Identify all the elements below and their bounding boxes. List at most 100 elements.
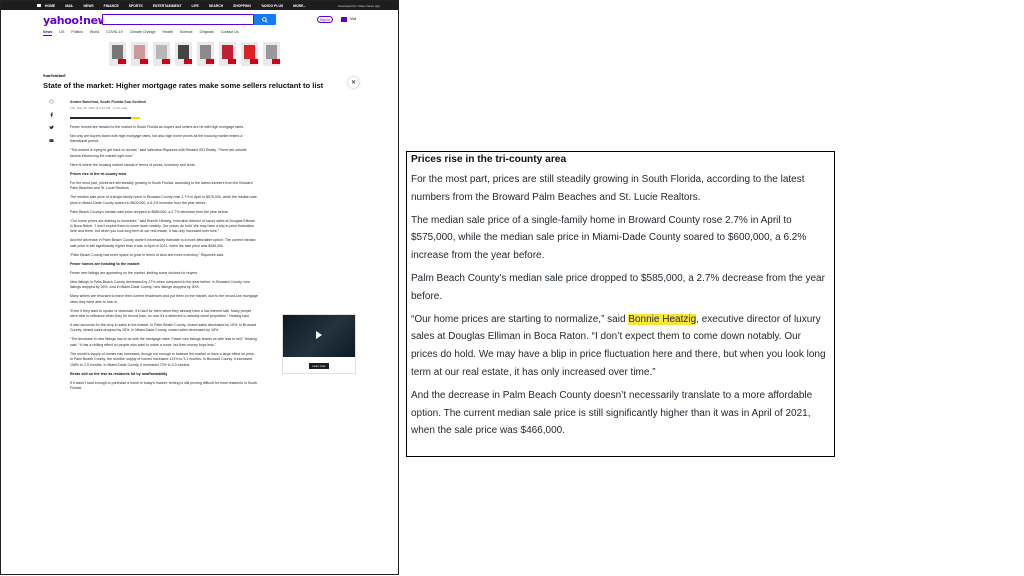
ad-tag xyxy=(140,59,148,64)
top-nav-link[interactable]: MORE... xyxy=(293,4,306,8)
product-ad-strip[interactable] xyxy=(109,40,291,68)
top-nav-link[interactable]: SEARCH xyxy=(209,4,223,8)
home-icon[interactable] xyxy=(37,4,41,7)
zoom-paragraph: “Our home prices are starting to normali… xyxy=(411,311,830,382)
comment-icon[interactable] xyxy=(49,99,54,104)
zoom-subheading: Prices rise in the tri-county area xyxy=(411,154,567,165)
ad-tile[interactable] xyxy=(197,42,214,66)
article-paragraph: And the decrease in Palm Beach County do… xyxy=(70,238,256,248)
section-tab[interactable]: Politics xyxy=(71,30,82,36)
ad-product-image xyxy=(156,45,167,59)
author-byline[interactable]: Amber Bonefont, South Florida Sun-Sentin… xyxy=(70,100,146,104)
top-nav-link[interactable]: MAIL xyxy=(65,4,73,8)
ad-tile[interactable] xyxy=(263,42,280,66)
close-button[interactable]: ✕ xyxy=(348,77,359,88)
article-paragraph: Not only are buyers faced with high mort… xyxy=(70,134,243,144)
ad-tile[interactable] xyxy=(219,42,236,66)
learn-more-button[interactable]: Learn more xyxy=(309,363,329,369)
article-body: Fewer homes are headed to the market in … xyxy=(70,125,258,395)
mail-link[interactable]: Mail xyxy=(350,17,356,21)
article-paragraph: Many sellers are reluctant to leave thei… xyxy=(70,294,258,304)
article-paragraph: Fewer new listings are appearing on the … xyxy=(70,270,199,275)
ad-product-image xyxy=(222,45,233,59)
article-subheading: Prices rise in the tri-county area xyxy=(70,171,127,176)
zoom-paragraph: And the decrease in Palm Beach County do… xyxy=(411,389,813,437)
zoom-text: “Our home prices are starting to normali… xyxy=(411,313,629,325)
video-thumbnail[interactable] xyxy=(283,315,355,357)
section-tab[interactable]: World xyxy=(90,30,99,36)
article-paragraph: “Even if they want to upsize or downsize… xyxy=(70,308,252,319)
section-nav: News US Politics World COVID-19 Climate Chang… xyxy=(43,30,246,36)
article-paragraph: “Our home prices are starting to normali… xyxy=(70,218,256,234)
ad-tag xyxy=(206,59,214,64)
section-tab[interactable]: Health xyxy=(162,30,172,36)
article-paragraph: For the most part, prices are still stea… xyxy=(70,180,253,191)
ad-product-image xyxy=(244,45,255,59)
section-tab[interactable]: US xyxy=(59,30,64,36)
ad-product-image xyxy=(266,45,277,59)
top-nav-link[interactable]: FINANCE xyxy=(104,4,119,8)
ad-tag xyxy=(228,59,236,64)
top-nav-link[interactable]: HOME xyxy=(45,4,55,8)
ad-tag xyxy=(162,59,170,64)
ad-tag xyxy=(118,59,126,64)
top-nav-link[interactable]: LIFE xyxy=(191,4,198,8)
section-tab[interactable]: Climate Change xyxy=(130,30,156,36)
ad-tile[interactable] xyxy=(175,42,192,66)
sign-in-button[interactable]: Sign in xyxy=(317,16,333,23)
ad-product-image xyxy=(178,45,189,59)
zoom-paragraph: The median sale price of a single-family… xyxy=(411,214,807,262)
top-nav-link[interactable]: YAHOO PLUS xyxy=(261,4,283,8)
article-paragraph: New listings in Palm Beach County decrea… xyxy=(70,279,250,290)
ad-product-image xyxy=(112,45,123,59)
top-nav-link[interactable]: SHOPPING xyxy=(233,4,251,8)
section-tab[interactable]: COVID-19 xyxy=(106,30,123,36)
browser-page: HOME MAIL NEWS FINANCE SPORTS ENTERTAINMENT LI… xyxy=(0,0,399,575)
facebook-icon[interactable] xyxy=(49,112,54,117)
article-paragraph: Fewer homes are headed to the market in … xyxy=(70,125,245,129)
zoom-paragraph: Palm Beach County’s median sale price dr… xyxy=(411,272,825,302)
zoom-paragraph: For the most part, prices are still stea… xyxy=(411,174,805,203)
search-icon xyxy=(262,16,268,23)
play-icon[interactable] xyxy=(316,331,322,339)
ad-tile[interactable] xyxy=(241,42,258,66)
ad-tag xyxy=(272,59,280,64)
article-paragraph: “The decrease in new listings has to do … xyxy=(70,337,257,347)
top-nav-link[interactable]: ENTERTAINMENT xyxy=(153,4,182,8)
section-tab[interactable]: Science xyxy=(180,30,193,36)
article-paragraph: Here is where the housing market stands … xyxy=(70,162,196,167)
ad-product-image xyxy=(200,45,211,59)
section-tab[interactable]: Contact Us xyxy=(221,30,239,36)
article-paragraph: It also accounts for the drop in sales i… xyxy=(70,323,257,333)
top-nav-link[interactable]: NEWS xyxy=(83,4,93,8)
mail-icon[interactable] xyxy=(341,17,347,22)
reading-progress-accent xyxy=(131,117,140,119)
email-icon[interactable] xyxy=(49,138,54,143)
ad-tile[interactable] xyxy=(153,42,170,66)
section-tab[interactable]: Originals xyxy=(200,30,214,36)
ad-tile[interactable] xyxy=(131,42,148,66)
article-paragraph: The month’s supply of homes has increase… xyxy=(70,351,255,367)
article-paragraph: Palm Beach County’s median sale price dr… xyxy=(70,209,229,214)
article-paragraph: If it wasn’t hard enough to purchase a h… xyxy=(70,380,257,391)
share-column xyxy=(49,99,55,151)
top-nav-link[interactable]: SPORTS xyxy=(129,4,143,8)
ad-tag xyxy=(184,59,192,64)
publisher-name[interactable]: SunSentinel xyxy=(43,73,65,78)
search-button[interactable] xyxy=(254,14,276,25)
section-tab[interactable]: News xyxy=(43,30,53,36)
reading-progress-bar xyxy=(70,117,140,119)
ad-product-image xyxy=(134,45,145,59)
search-field[interactable] xyxy=(102,14,254,31)
article-paragraph: The median sale price of a single-family… xyxy=(70,195,257,205)
article-dateline: Thu, May 26, 2022 at 2:12 AM · 4 min rea… xyxy=(70,106,128,110)
video-ad[interactable]: Learn more xyxy=(282,314,356,374)
twitter-icon[interactable] xyxy=(49,125,54,130)
ad-tile[interactable] xyxy=(109,42,126,66)
article-subheading: Rents still on the rise as residents hit… xyxy=(70,371,168,376)
article-subheading: Fewer homes are heading to the market xyxy=(70,261,140,266)
app-download-link[interactable]: Download the Yahoo News app xyxy=(338,4,380,8)
article-headline: State of the market: Higher mortgage rat… xyxy=(43,81,324,90)
reading-progress-fill xyxy=(70,117,133,119)
highlighted-name: Bonnie Heatzig xyxy=(628,313,697,325)
